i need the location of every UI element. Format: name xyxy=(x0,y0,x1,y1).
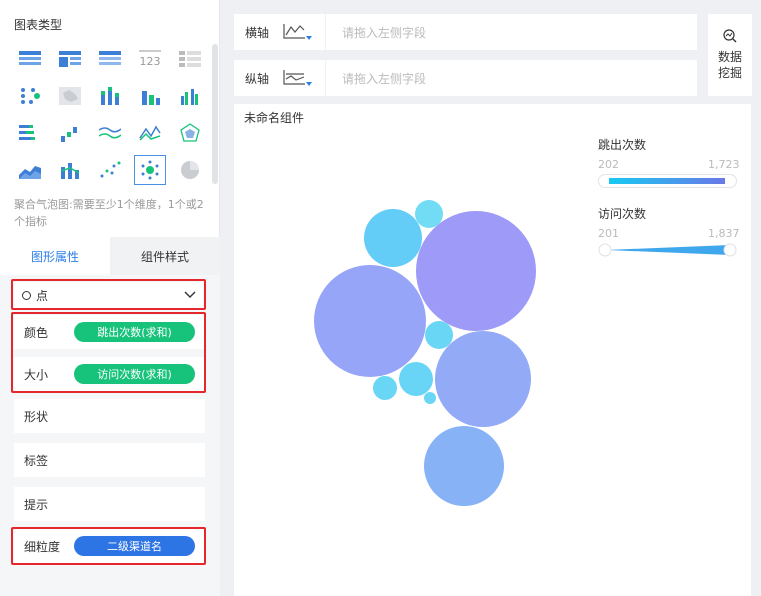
x-axis-shelf[interactable]: 横轴 请拖入左侧字段 xyxy=(234,14,697,50)
size-property-row[interactable]: 大小 访问次数(求和) xyxy=(14,357,205,391)
line-icon[interactable] xyxy=(90,114,130,151)
color-legend-slider[interactable] xyxy=(598,174,737,188)
point-shape-icon xyxy=(22,290,31,300)
left-panel: 图表类型 123 聚合气泡图:需要至少1个维度，1个或2个指标 图形属性 组件样… xyxy=(0,0,220,596)
table-icon[interactable] xyxy=(10,40,50,77)
tooltip-label: 提示 xyxy=(24,497,49,512)
granularity-property-row[interactable]: 细粒度 二级渠道名 xyxy=(14,529,205,563)
cross-table-icon[interactable] xyxy=(50,40,90,77)
color-label: 颜色 xyxy=(24,325,49,340)
x-axis-chart-icon[interactable] xyxy=(270,14,326,50)
scatter-icon[interactable] xyxy=(90,151,130,188)
bubble[interactable] xyxy=(424,392,436,404)
bubble[interactable] xyxy=(435,331,531,427)
color-field-pill[interactable]: 跳出次数(求和) xyxy=(74,322,195,342)
label-property-row[interactable]: 标签 xyxy=(14,443,205,477)
waterfall-icon[interactable] xyxy=(50,114,90,151)
chart-type-scrollbar[interactable] xyxy=(212,44,218,184)
chart-hint: 聚合气泡图:需要至少1个维度，1个或2个指标 xyxy=(14,198,204,228)
mark-type-label: 点 xyxy=(36,288,49,303)
chart-type-title: 图表类型 xyxy=(14,18,63,32)
map-icon[interactable] xyxy=(50,77,90,114)
grouped-column-icon[interactable] xyxy=(170,77,210,114)
bubble[interactable] xyxy=(373,376,397,400)
y-axis-shelf[interactable]: 纵轴 请拖入左侧字段 xyxy=(234,60,697,96)
property-tabs: 图形属性 组件样式 xyxy=(0,237,220,275)
data-mining-line2: 挖掘 xyxy=(717,66,742,80)
bubble-icon[interactable] xyxy=(130,151,170,188)
color-legend-gradient xyxy=(609,178,725,184)
combo-icon[interactable] xyxy=(50,151,90,188)
tooltip-property-row[interactable]: 提示 xyxy=(14,487,205,521)
data-mining-line1: 数据 xyxy=(717,50,742,64)
granularity-field-pill[interactable]: 二级渠道名 xyxy=(74,536,195,556)
y-axis-chart-icon[interactable] xyxy=(270,60,326,96)
radar-icon[interactable] xyxy=(170,114,210,151)
chart-type-grid: 123 xyxy=(10,40,210,188)
label-label: 标签 xyxy=(24,453,49,468)
radar-line-icon[interactable] xyxy=(130,114,170,151)
bar-icon[interactable] xyxy=(10,114,50,151)
magnifier-chart-icon xyxy=(723,29,737,43)
color-property-row[interactable]: 颜色 跳出次数(求和) xyxy=(14,315,205,349)
column-icon[interactable] xyxy=(130,77,170,114)
size-legend-max: 1,837 xyxy=(708,227,740,240)
y-axis-placeholder: 请拖入左侧字段 xyxy=(342,71,427,86)
data-mining-button[interactable]: 数据 挖掘 xyxy=(708,14,752,96)
size-legend-slider[interactable] xyxy=(598,241,738,257)
kpi-number-icon[interactable]: 123 xyxy=(130,40,170,77)
bubble[interactable] xyxy=(415,200,443,228)
detail-table-icon[interactable] xyxy=(90,40,130,77)
bubble[interactable] xyxy=(416,211,536,331)
size-label: 大小 xyxy=(24,367,49,382)
color-legend-max: 1,723 xyxy=(708,158,740,171)
area-icon[interactable] xyxy=(10,151,50,188)
x-axis-placeholder: 请拖入左侧字段 xyxy=(342,25,427,40)
shape-property-row[interactable]: 形状 xyxy=(14,399,205,433)
stacked-column-icon[interactable] xyxy=(90,77,130,114)
svg-text:123: 123 xyxy=(140,55,161,68)
granularity-label: 细粒度 xyxy=(24,539,61,554)
bubble[interactable] xyxy=(314,265,426,377)
mark-type-select[interactable]: 点 xyxy=(14,282,203,308)
chart-canvas: 未命名组件 跳出次数 202 1,723 访问次数 201 1,837 xyxy=(234,104,751,596)
pie-icon[interactable] xyxy=(170,151,210,188)
x-axis-label: 横轴 xyxy=(245,25,270,40)
tab-graph-properties[interactable]: 图形属性 xyxy=(0,237,110,275)
bubble[interactable] xyxy=(425,321,453,349)
size-legend-title: 访问次数 xyxy=(598,207,647,221)
tab-component-style[interactable]: 组件样式 xyxy=(110,237,220,275)
size-field-pill[interactable]: 访问次数(求和) xyxy=(74,364,195,384)
color-legend-min: 202 xyxy=(598,158,619,171)
size-legend-min: 201 xyxy=(598,227,619,240)
shape-label: 形状 xyxy=(24,409,49,424)
dot-matrix-icon[interactable] xyxy=(10,77,50,114)
bubble[interactable] xyxy=(424,426,504,506)
bi-editor: 图表类型 123 聚合气泡图:需要至少1个维度，1个或2个指标 图形属性 组件样… xyxy=(0,0,761,596)
list-icon[interactable] xyxy=(170,40,210,77)
main-area: 横轴 请拖入左侧字段 纵轴 请拖入左侧字段 数据 挖掘 未命名组件 跳出次数 2… xyxy=(234,0,761,596)
bubble[interactable] xyxy=(399,362,433,396)
bubble[interactable] xyxy=(364,209,422,267)
color-legend-title: 跳出次数 xyxy=(598,138,647,152)
y-axis-label: 纵轴 xyxy=(245,71,270,86)
chevron-down-icon xyxy=(184,291,196,298)
